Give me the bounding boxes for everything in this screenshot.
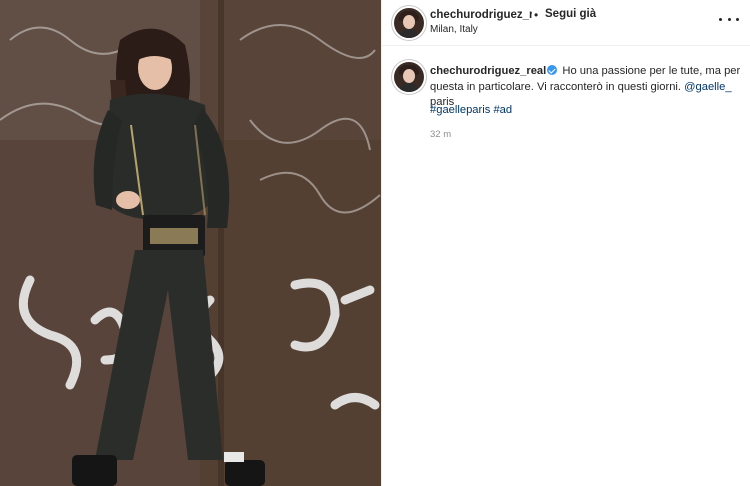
location-link[interactable]: Milan, Italy (430, 24, 478, 35)
post-photo[interactable] (0, 0, 381, 486)
caption-avatar[interactable] (394, 62, 424, 92)
hashtag-link[interactable]: #ad (493, 104, 512, 116)
mention-link[interactable]: @gaelle_ (684, 81, 731, 93)
follow-button[interactable]: Segui già (545, 8, 596, 20)
verified-badge-icon (547, 65, 558, 75)
post-header: chechurodriguez_rea • Segui già Milan, I… (382, 0, 750, 46)
separator-dot: • (534, 8, 539, 22)
ellipsis-icon[interactable] (719, 12, 739, 26)
hashtag-link[interactable]: #gaelleparis (430, 104, 490, 116)
caption-username[interactable]: chechurodriguez_real (430, 65, 546, 77)
post-detail-panel: chechurodriguez_rea • Segui già Milan, I… (381, 0, 750, 486)
post-timestamp: 32 m (430, 129, 452, 140)
header-username[interactable]: chechurodriguez_rea (430, 9, 532, 21)
hashtag-list: #gaelleparis #ad (430, 104, 512, 116)
avatar[interactable] (394, 8, 424, 38)
photo-illustration (0, 0, 381, 486)
